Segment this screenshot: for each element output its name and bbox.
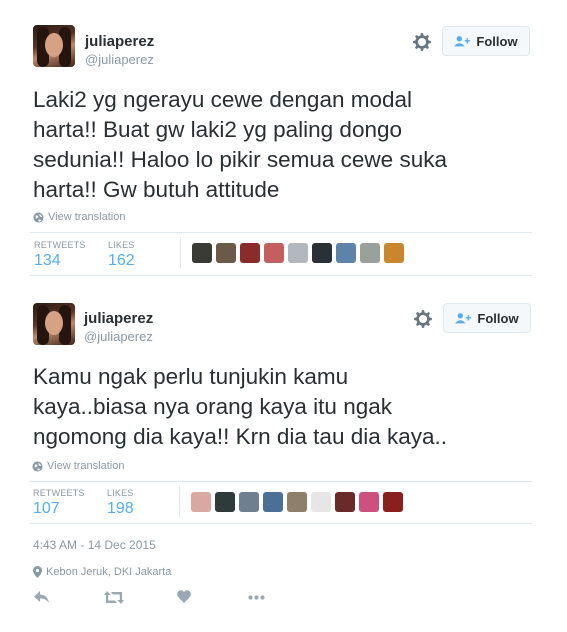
retweets-label: RETWEETS bbox=[33, 488, 85, 498]
heart-icon[interactable] bbox=[177, 590, 191, 603]
divider bbox=[30, 481, 532, 482]
retweets-count[interactable]: 134 bbox=[34, 252, 61, 270]
divider bbox=[30, 232, 532, 233]
follow-button[interactable]: Follow bbox=[442, 26, 530, 56]
liker-avatar[interactable] bbox=[239, 492, 259, 512]
follow-label: Follow bbox=[476, 33, 518, 49]
globe-icon bbox=[32, 460, 43, 472]
liker-avatar[interactable] bbox=[360, 243, 380, 263]
location-label: Kebon Jeruk, DKI Jakarta bbox=[46, 566, 172, 578]
avatar[interactable] bbox=[33, 25, 75, 67]
liker-avatar[interactable] bbox=[311, 492, 331, 512]
liker-avatar[interactable] bbox=[384, 243, 404, 263]
gear-icon[interactable] bbox=[414, 310, 432, 328]
likers-avatars bbox=[192, 243, 404, 263]
globe-icon bbox=[33, 211, 44, 223]
liker-avatar[interactable] bbox=[336, 243, 356, 263]
liker-avatar[interactable] bbox=[264, 243, 284, 263]
location-pin-icon bbox=[33, 566, 42, 578]
likes-label: LIKES bbox=[108, 240, 135, 250]
view-translation-label: View translation bbox=[47, 460, 125, 472]
liker-avatar[interactable] bbox=[288, 243, 308, 263]
tweet-text: Laki2 yg ngerayu cewe dengan modal harta… bbox=[33, 87, 447, 202]
liker-avatar[interactable] bbox=[383, 492, 403, 512]
user-name[interactable]: juliaperez bbox=[84, 310, 153, 327]
retweets-label: RETWEETS bbox=[34, 240, 86, 250]
follow-label: Follow bbox=[477, 310, 519, 326]
view-translation-link[interactable]: View translation bbox=[33, 211, 125, 223]
divider bbox=[30, 523, 532, 524]
liker-avatar[interactable] bbox=[216, 243, 236, 263]
reply-icon[interactable] bbox=[34, 591, 49, 603]
liker-avatar[interactable] bbox=[192, 243, 212, 263]
tweet-timestamp[interactable]: 4:43 AM - 14 Dec 2015 bbox=[33, 538, 156, 552]
likes-count[interactable]: 198 bbox=[107, 500, 134, 518]
divider bbox=[30, 275, 532, 276]
follow-person-icon bbox=[455, 313, 472, 324]
user-handle[interactable]: @juliaperez bbox=[84, 329, 153, 344]
view-translation-label: View translation bbox=[48, 211, 126, 223]
follow-person-icon bbox=[454, 36, 471, 47]
liker-avatar[interactable] bbox=[263, 492, 283, 512]
tweet-text: Kamu ngak perlu tunjukin kamu kaya..bias… bbox=[33, 364, 448, 449]
more-icon[interactable] bbox=[248, 595, 265, 600]
follow-button[interactable]: Follow bbox=[443, 303, 531, 333]
liker-avatar[interactable] bbox=[240, 243, 260, 263]
gear-icon[interactable] bbox=[413, 33, 431, 51]
likes-label: LIKES bbox=[107, 488, 134, 498]
stats-separator bbox=[180, 238, 181, 268]
user-handle[interactable]: @juliaperez bbox=[85, 52, 154, 67]
liker-avatar[interactable] bbox=[287, 492, 307, 512]
stats-separator bbox=[179, 486, 180, 518]
liker-avatar[interactable] bbox=[359, 492, 379, 512]
view-translation-link[interactable]: View translation bbox=[32, 460, 124, 472]
retweet-icon[interactable] bbox=[104, 591, 124, 604]
liker-avatar[interactable] bbox=[312, 243, 332, 263]
likers-avatars bbox=[191, 492, 403, 512]
retweets-count[interactable]: 107 bbox=[33, 500, 60, 518]
liker-avatar[interactable] bbox=[191, 492, 211, 512]
likes-count[interactable]: 162 bbox=[108, 252, 135, 270]
liker-avatar[interactable] bbox=[215, 492, 235, 512]
avatar[interactable] bbox=[33, 303, 75, 345]
tweet-location[interactable]: Kebon Jeruk, DKI Jakarta bbox=[33, 566, 171, 578]
liker-avatar[interactable] bbox=[335, 492, 355, 512]
user-name[interactable]: juliaperez bbox=[85, 33, 154, 50]
